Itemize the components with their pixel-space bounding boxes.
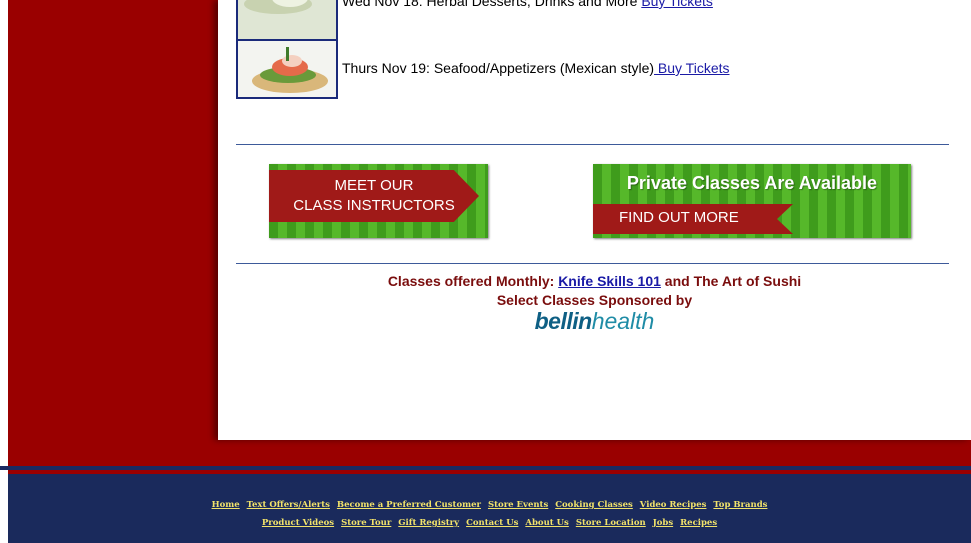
buy-tickets-link[interactable]: Buy Tickets <box>654 60 730 76</box>
footer-link-product-videos[interactable]: Product Videos <box>262 518 334 528</box>
event-item: Thurs Nov 19: Seafood/Appetizers (Mexica… <box>342 60 730 76</box>
event-description: Wed Nov 18: Herbal Desserts, Drinks and … <box>342 0 638 9</box>
event-item: Wed Nov 18: Herbal Desserts, Drinks and … <box>342 0 713 9</box>
footer-nav: Home Text Offers/Alerts Become a Preferr… <box>8 474 971 543</box>
knife-skills-link[interactable]: Knife Skills 101 <box>558 273 661 289</box>
monthly-classes-prefix: Classes offered Monthly: <box>387 273 559 289</box>
herbal-desserts-photo[interactable] <box>236 0 338 42</box>
divider <box>236 263 949 264</box>
find-out-more-label: FIND OUT MORE <box>619 209 739 226</box>
footer-link-preferred-customer[interactable]: Become a Preferred Customer <box>337 500 481 510</box>
instructors-ribbon: MEET OUR CLASS INSTRUCTORS <box>269 170 479 222</box>
footer-divider <box>0 466 971 470</box>
footer-row-2: Product Videos Store Tour Gift Registry … <box>8 518 971 528</box>
footer-link-text-offers[interactable]: Text Offers/Alerts <box>247 500 330 510</box>
instructors-line2: CLASS INSTRUCTORS <box>293 197 455 214</box>
buy-tickets-link[interactable]: Buy Tickets <box>641 0 713 9</box>
private-classes-banner[interactable]: Private Classes Are Available FIND OUT M… <box>593 164 911 238</box>
footer-link-home[interactable]: Home <box>212 500 240 510</box>
event-description: Thurs Nov 19: Seafood/Appetizers (Mexica… <box>342 60 655 76</box>
logo-bold-part: bellin <box>534 308 593 334</box>
monthly-classes-text: Classes offered Monthly: Knife Skills 10… <box>218 273 971 289</box>
monthly-classes-suffix: and The Art of Sushi <box>660 273 802 289</box>
footer-link-about-us[interactable]: About Us <box>525 518 568 528</box>
footer-link-store-tour[interactable]: Store Tour <box>341 518 391 528</box>
instructors-line1: MEET OUR <box>334 177 414 194</box>
divider <box>236 144 949 145</box>
footer-row-1: Home Text Offers/Alerts Become a Preferr… <box>8 500 971 510</box>
footer-link-store-location[interactable]: Store Location <box>576 518 646 528</box>
find-out-more-ribbon: FIND OUT MORE <box>593 204 793 234</box>
footer-link-top-brands[interactable]: Top Brands <box>713 500 767 510</box>
seafood-appetizer-photo[interactable] <box>236 39 338 99</box>
bellin-health-logo[interactable]: bellinhealth <box>218 308 971 335</box>
footer-link-jobs[interactable]: Jobs <box>653 518 673 528</box>
footer-link-video-recipes[interactable]: Video Recipes <box>640 500 707 510</box>
footer-link-store-events[interactable]: Store Events <box>488 500 548 510</box>
footer-link-recipes[interactable]: Recipes <box>680 518 717 528</box>
footer-link-cooking-classes[interactable]: Cooking Classes <box>555 500 633 510</box>
sponsor-text: Select Classes Sponsored by <box>496 292 693 308</box>
private-classes-heading: Private Classes Are Available <box>626 173 878 193</box>
footer-link-contact-us[interactable]: Contact Us <box>466 518 518 528</box>
logo-light-part: health <box>591 308 655 334</box>
footer-link-gift-registry[interactable]: Gift Registry <box>398 518 459 528</box>
meet-instructors-banner[interactable]: MEET OUR CLASS INSTRUCTORS <box>269 164 488 238</box>
